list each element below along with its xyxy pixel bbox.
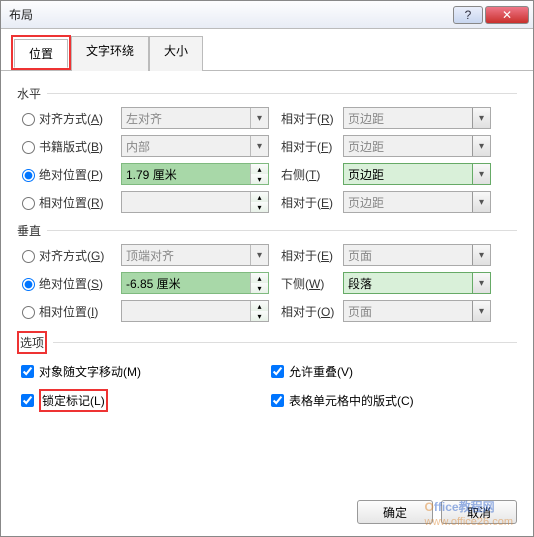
- chevron-down-icon: [472, 192, 490, 212]
- chevron-down-icon: [472, 301, 490, 321]
- combo-h-book-value[interactable]: 内部: [121, 135, 269, 157]
- chevron-down-icon: [250, 136, 268, 156]
- combo-v-rel-rel[interactable]: 页面: [343, 300, 491, 322]
- row-h-rel: 相对位置(R) ▴▾ 相对于(E) 页边距: [17, 190, 517, 214]
- spinner-arrows[interactable]: ▴▾: [250, 164, 268, 184]
- radio-h-book[interactable]: [22, 141, 35, 154]
- label-h-rel: 相对位置(R): [39, 194, 121, 211]
- label-h-abs: 绝对位置(P): [39, 166, 121, 183]
- chevron-down-icon: [472, 245, 490, 265]
- label-h-book: 书籍版式(B): [39, 138, 121, 155]
- chevron-down-icon: [472, 164, 490, 184]
- highlight-tab-position: 位置: [11, 35, 71, 70]
- chevron-down-icon: [250, 108, 268, 128]
- spinner-h-abs-value[interactable]: 1.79 厘米▴▾: [121, 163, 269, 185]
- help-button[interactable]: ?: [453, 6, 483, 24]
- label-h-align: 对齐方式(A): [39, 110, 121, 127]
- row-h-align: 对齐方式(A) 左对齐 相对于(R) 页边距: [17, 106, 517, 130]
- spinner-v-rel-value[interactable]: ▴▾: [121, 300, 269, 322]
- label-lock-anchor: 锁定标记(L): [42, 394, 105, 408]
- combo-v-align-rel[interactable]: 页面: [343, 244, 491, 266]
- chevron-down-icon: [472, 273, 490, 293]
- row-h-book: 书籍版式(B) 内部 相对于(F) 页边距: [17, 134, 517, 158]
- label-v-abs-rel: 下侧(W): [281, 275, 343, 292]
- spinner-h-rel-value[interactable]: ▴▾: [121, 191, 269, 213]
- chevron-down-icon: [472, 136, 490, 156]
- label-v-rel-rel: 相对于(O): [281, 303, 343, 320]
- tab-strip: 位置 文字环绕 大小: [1, 29, 533, 71]
- label-h-rel-rel: 相对于(E): [281, 194, 343, 211]
- title-bar: 布局 ? ✕: [1, 1, 533, 29]
- chevron-down-icon: [472, 108, 490, 128]
- ok-button[interactable]: 确定: [357, 500, 433, 524]
- close-button[interactable]: ✕: [485, 6, 529, 24]
- combo-v-abs-rel[interactable]: 段落: [343, 272, 491, 294]
- combo-h-align-rel[interactable]: 页边距: [343, 107, 491, 129]
- radio-v-rel[interactable]: [22, 306, 35, 319]
- radio-h-abs[interactable]: [22, 169, 35, 182]
- window-title: 布局: [5, 6, 453, 23]
- label-v-rel: 相对位置(I): [39, 303, 121, 320]
- highlight-lock-anchor: 锁定标记(L): [39, 389, 108, 412]
- chevron-down-icon: [250, 245, 268, 265]
- radio-h-align[interactable]: [22, 113, 35, 126]
- label-allow-overlap: 允许重叠(V): [289, 363, 353, 380]
- section-options: 选项: [17, 331, 517, 354]
- dialog-content: 水平 对齐方式(A) 左对齐 相对于(R) 页边距 书籍版式(B) 内部 相对于…: [1, 71, 533, 426]
- label-v-abs: 绝对位置(S): [39, 275, 121, 292]
- row-v-rel: 相对位置(I) ▴▾ 相对于(O) 页面: [17, 299, 517, 323]
- tab-size[interactable]: 大小: [149, 36, 203, 71]
- label-h-align-rel: 相对于(R): [281, 110, 343, 127]
- checkbox-allow-overlap[interactable]: [271, 365, 284, 378]
- radio-v-align[interactable]: [22, 250, 35, 263]
- section-vertical: 垂直: [17, 222, 517, 239]
- label-move-with-text: 对象随文字移动(M): [39, 363, 141, 380]
- highlight-options-heading: 选项: [17, 331, 47, 354]
- radio-v-abs[interactable]: [22, 278, 35, 291]
- opt-lock-anchor: 锁定标记(L): [17, 389, 267, 412]
- combo-h-rel-rel[interactable]: 页边距: [343, 191, 491, 213]
- label-table-cell: 表格单元格中的版式(C): [289, 392, 414, 409]
- tab-position[interactable]: 位置: [14, 39, 68, 68]
- section-horizontal: 水平: [17, 85, 517, 102]
- checkbox-lock-anchor[interactable]: [21, 394, 34, 407]
- spinner-arrows[interactable]: ▴▾: [250, 301, 268, 321]
- options-grid: 对象随文字移动(M) 允许重叠(V) 锁定标记(L) 表格单元格中的版式(C): [17, 358, 517, 416]
- radio-h-rel[interactable]: [22, 197, 35, 210]
- spinner-arrows[interactable]: ▴▾: [250, 192, 268, 212]
- combo-v-align-value[interactable]: 顶端对齐: [121, 244, 269, 266]
- label-h-book-rel: 相对于(F): [281, 138, 343, 155]
- row-h-abs: 绝对位置(P) 1.79 厘米▴▾ 右侧(T) 页边距: [17, 162, 517, 186]
- spinner-v-abs-value[interactable]: -6.85 厘米▴▾: [121, 272, 269, 294]
- dialog-footer: 确定 取消: [357, 500, 517, 524]
- opt-move-with-text: 对象随文字移动(M): [17, 362, 267, 381]
- row-v-align: 对齐方式(G) 顶端对齐 相对于(E) 页面: [17, 243, 517, 267]
- label-v-align-rel: 相对于(E): [281, 247, 343, 264]
- spinner-arrows[interactable]: ▴▾: [250, 273, 268, 293]
- combo-h-book-rel[interactable]: 页边距: [343, 135, 491, 157]
- checkbox-move-with-text[interactable]: [21, 365, 34, 378]
- tab-wrap[interactable]: 文字环绕: [71, 36, 149, 71]
- label-v-align: 对齐方式(G): [39, 247, 121, 264]
- cancel-button[interactable]: 取消: [441, 500, 517, 524]
- label-h-abs-rel: 右侧(T): [281, 166, 343, 183]
- opt-allow-overlap: 允许重叠(V): [267, 362, 517, 381]
- layout-dialog: 布局 ? ✕ 位置 文字环绕 大小 水平 对齐方式(A) 左对齐 相对于(R) …: [0, 0, 534, 537]
- row-v-abs: 绝对位置(S) -6.85 厘米▴▾ 下侧(W) 段落: [17, 271, 517, 295]
- checkbox-table-cell[interactable]: [271, 394, 284, 407]
- combo-h-align-value[interactable]: 左对齐: [121, 107, 269, 129]
- opt-table-cell: 表格单元格中的版式(C): [267, 389, 517, 412]
- combo-h-abs-rel[interactable]: 页边距: [343, 163, 491, 185]
